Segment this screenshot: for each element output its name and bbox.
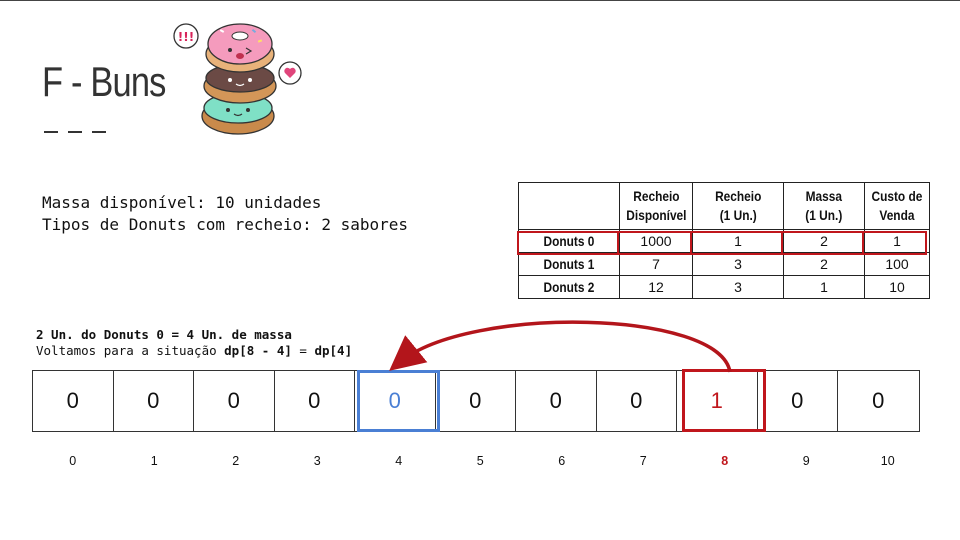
table-cell: 7 <box>619 252 693 276</box>
page-title: F - Buns <box>42 58 166 105</box>
table-header-sale-price: Custo de Venda <box>864 182 930 230</box>
dp-index-label: 3 <box>313 454 321 468</box>
stacked-donuts-icon: !!! <box>173 23 302 135</box>
dp-index-label: 6 <box>558 454 566 468</box>
table-cell: 3 <box>692 252 784 276</box>
table-header-empty <box>518 182 620 230</box>
highlight-divider <box>781 231 783 255</box>
dp-array: 00000000100 <box>32 370 920 432</box>
table-cell: 1 <box>783 275 865 299</box>
donuts-table: Recheio Disponível Recheio (1 Un.) Massa (1… <box>518 182 930 299</box>
highlight-divider <box>617 231 619 255</box>
dp-cell: 0 <box>758 371 838 431</box>
transition-note: 2 Un. do Donuts 0 = 4 Un. de massa Volta… <box>36 327 352 359</box>
dp-index-label: 5 <box>476 454 484 468</box>
dp-index-label: 10 <box>880 454 895 468</box>
dp-cell: 0 <box>436 371 516 431</box>
table-cell: 10 <box>864 275 930 299</box>
table-cell: 1000 <box>619 229 693 253</box>
dough-available-text: Massa disponível: 10 unidades <box>42 193 322 212</box>
highlight-divider <box>862 231 864 255</box>
row-label: Donuts 1 <box>518 252 620 276</box>
dp-index-label: 0 <box>69 454 77 468</box>
dp-target-highlight <box>357 370 440 432</box>
table-cell: 12 <box>619 275 693 299</box>
table-row: Donuts 2 12 3 1 10 <box>518 275 930 299</box>
table-header-row: Recheio Disponível Recheio (1 Un.) Massa (1… <box>518 182 930 230</box>
problem-description: Massa disponível: 10 unidades Tipos de D… <box>42 192 408 236</box>
table-cell: 1 <box>692 229 784 253</box>
dp-cell: 0 <box>516 371 597 431</box>
dp-source-highlight <box>682 369 766 432</box>
dp-cell: 0 <box>275 371 355 431</box>
table-row: Donuts 1 7 3 2 100 <box>518 252 930 276</box>
table-row: Donuts 0 1000 1 2 1 <box>518 229 930 253</box>
note-line-2: Voltamos para a situação dp[8 - 4] = dp[… <box>36 343 353 358</box>
dp-index-label: 4 <box>395 454 403 468</box>
table-header-filling-per-unit: Recheio (1 Un.) <box>692 182 784 230</box>
dp-index-label: 1 <box>150 454 158 468</box>
table-cell: 100 <box>864 252 930 276</box>
donut-flavors-text: Tipos de Donuts com recheio: 2 sabores <box>42 215 409 234</box>
note-line-1: 2 Un. do Donuts 0 = 4 Un. de massa <box>36 327 292 342</box>
table-cell: 2 <box>783 252 865 276</box>
highlight-divider <box>690 231 692 255</box>
dp-cell: 0 <box>872 388 885 413</box>
table-header-dough-per-unit: Massa (1 Un.) <box>783 182 865 230</box>
dp-cell: 0 <box>597 371 677 431</box>
dp-cell: 0 <box>114 371 194 431</box>
table-cell: 3 <box>692 275 784 299</box>
table-cell: 1 <box>864 229 930 253</box>
heart-bubble-icon <box>278 61 302 85</box>
exclamation-bubble-icon: !!! <box>173 23 199 49</box>
dp-index-row: 0 1 2 3 4 5 6 7 8 9 10 <box>32 454 929 468</box>
dp-cell: 0 <box>194 371 275 431</box>
row-label: Donuts 2 <box>518 275 620 299</box>
table-cell: 2 <box>783 229 865 253</box>
dp-index-label: 9 <box>802 454 810 468</box>
dp-index-label: 7 <box>639 454 647 468</box>
svg-text:!!!: !!! <box>178 30 194 44</box>
row-label: Donuts 0 <box>518 229 620 253</box>
table-header-filling-available: Recheio Disponível <box>619 182 693 230</box>
top-border <box>0 0 960 1</box>
dp-cell: 0 <box>33 371 114 431</box>
dp-index-label: 8 <box>721 454 729 468</box>
dp-index-label: 2 <box>232 454 240 468</box>
title-underline <box>44 131 106 133</box>
